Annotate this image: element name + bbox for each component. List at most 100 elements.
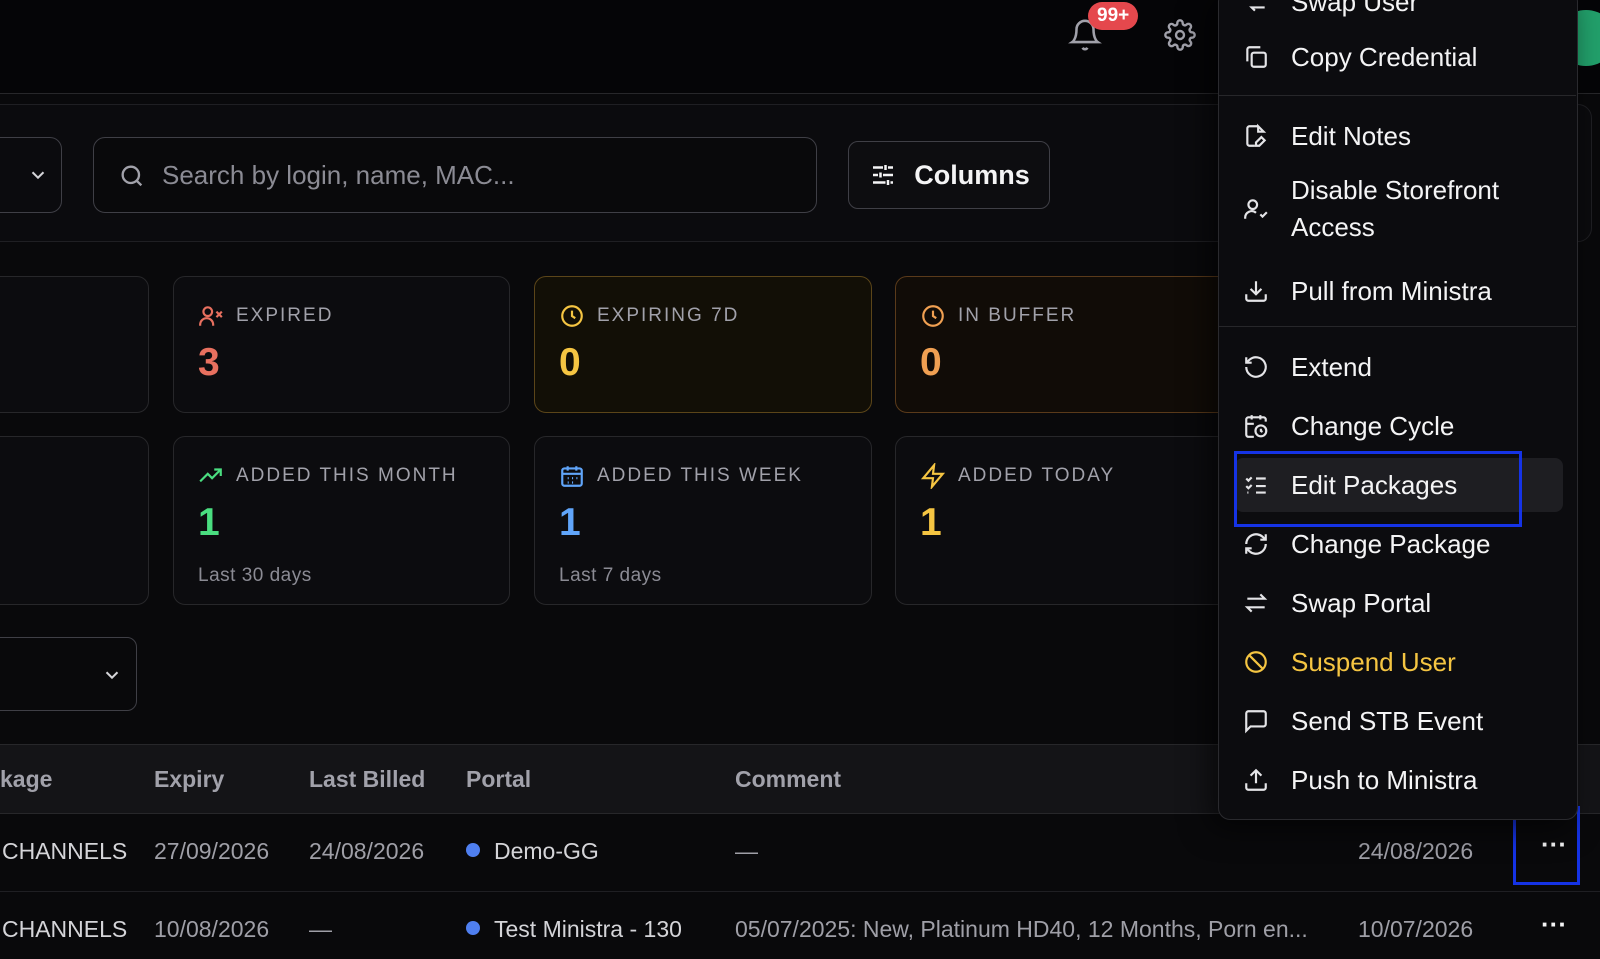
cell-last-billed: 24/08/2026 bbox=[309, 838, 425, 864]
stat-label: ADDED TODAY bbox=[958, 465, 1116, 486]
menu-item-send-stb-event[interactable]: Send STB Event bbox=[1235, 694, 1563, 748]
cell-expiry: 10/08/2026 bbox=[154, 916, 270, 942]
stat-card-added-month[interactable]: ADDED THIS MONTH 1 Last 30 days bbox=[173, 436, 510, 605]
table-row[interactable]: CHANNELS 27/09/2026 24/08/2026 Demo-GG —… bbox=[0, 814, 1600, 892]
columns-button[interactable]: Columns bbox=[848, 141, 1050, 209]
menu-item-change-cycle[interactable]: Change Cycle bbox=[1235, 399, 1563, 453]
menu-item-pull-ministra[interactable]: Pull from Ministra bbox=[1235, 264, 1563, 318]
user-check-icon bbox=[1244, 199, 1268, 219]
menu-item-label: Swap User bbox=[1291, 0, 1419, 17]
trending-up-icon bbox=[199, 468, 222, 483]
stat-label: ADDED THIS WEEK bbox=[597, 465, 803, 486]
menu-item-label: Pull from Ministra bbox=[1291, 275, 1492, 306]
stat-value: 1 bbox=[920, 501, 942, 544]
cell-package: CHANNELS bbox=[2, 916, 128, 942]
column-header-portal[interactable]: Portal bbox=[466, 766, 531, 793]
search-icon bbox=[121, 165, 143, 187]
file-edit-icon bbox=[1246, 123, 1267, 147]
cell-portal: Test Ministra - 130 bbox=[466, 916, 682, 943]
search-box[interactable] bbox=[93, 137, 817, 213]
user-x-icon bbox=[199, 306, 223, 326]
cell-package: CHANNELS bbox=[2, 838, 128, 864]
more-actions-button[interactable]: ··· bbox=[1534, 908, 1574, 948]
upload-icon bbox=[1245, 768, 1267, 791]
menu-item-swap-portal[interactable]: Swap Portal bbox=[1235, 576, 1563, 630]
chevron-down-icon bbox=[105, 671, 119, 680]
table-row[interactable]: CHANNELS 10/08/2026 — Test Ministra - 13… bbox=[0, 892, 1600, 959]
column-header-last-billed[interactable]: Last Billed bbox=[309, 766, 425, 793]
portal-name: Test Ministra - 130 bbox=[494, 916, 682, 942]
column-header-comment[interactable]: Comment bbox=[735, 766, 841, 793]
stat-sub: Last 7 days bbox=[559, 565, 662, 586]
menu-divider bbox=[1219, 326, 1576, 327]
status-select[interactable] bbox=[0, 137, 62, 213]
stat-value: 1 bbox=[198, 501, 220, 544]
cell-created: 24/08/2026 bbox=[1358, 838, 1474, 864]
ban-icon bbox=[1245, 651, 1267, 673]
portal-name: Demo-GG bbox=[494, 838, 599, 864]
stat-label: EXPIRED bbox=[236, 305, 334, 326]
menu-item-edit-notes[interactable]: Edit Notes bbox=[1235, 109, 1563, 163]
menu-item-label: Suspend User bbox=[1291, 646, 1456, 677]
stat-card-added-today[interactable]: ADDED TODAY 1 bbox=[895, 436, 1235, 605]
cell-last-billed: — bbox=[309, 916, 332, 942]
menu-item-label: Swap Portal bbox=[1291, 587, 1432, 618]
menu-item-disable-storefront[interactable]: Disable Storefront Access bbox=[1235, 167, 1563, 251]
stat-card-partial bbox=[0, 276, 149, 413]
stat-card-expiring[interactable]: EXPIRING 7D 0 bbox=[534, 276, 872, 413]
menu-item-label: Extend bbox=[1291, 351, 1372, 382]
notification-badge: 99+ bbox=[1088, 2, 1139, 30]
menu-item-push-ministra[interactable]: Push to Ministra bbox=[1235, 753, 1563, 807]
portal-status-dot bbox=[466, 843, 480, 857]
menu-item-label: Change Package bbox=[1291, 528, 1491, 559]
menu-item-extend[interactable]: Extend bbox=[1235, 340, 1563, 394]
stat-card-partial bbox=[0, 436, 149, 605]
message-square-icon bbox=[1245, 710, 1267, 734]
cell-comment: — bbox=[735, 838, 758, 864]
stat-card-expired[interactable]: EXPIRED 3 bbox=[173, 276, 510, 413]
menu-item-swap-user[interactable]: Swap User bbox=[1235, 0, 1563, 29]
stat-label: IN BUFFER bbox=[958, 305, 1077, 326]
cell-portal: Demo-GG bbox=[466, 838, 599, 865]
stat-value: 0 bbox=[920, 341, 942, 384]
cell-comment: 05/07/2025: New, Platinum HD40, 12 Month… bbox=[735, 916, 1308, 942]
row-actions-menu: Swap User Copy Credential Edit Notes Dis… bbox=[1218, 0, 1578, 820]
filter-select[interactable] bbox=[0, 637, 137, 711]
menu-item-label: Send STB Event bbox=[1291, 705, 1484, 736]
menu-item-label: Disable Storefront Access bbox=[1291, 175, 1500, 242]
cell-expiry: 27/09/2026 bbox=[154, 838, 270, 864]
sliders-icon bbox=[873, 165, 894, 185]
calendar-clock-icon bbox=[1245, 415, 1268, 438]
column-header-expiry[interactable]: Expiry bbox=[154, 766, 224, 793]
stat-card-added-week[interactable]: ADDED THIS WEEK 1 Last 7 days bbox=[534, 436, 872, 605]
chevron-down-icon bbox=[31, 171, 45, 180]
user-swap-icon bbox=[1249, 6, 1265, 12]
menu-item-copy-credential[interactable]: Copy Credential bbox=[1235, 30, 1563, 84]
stat-value: 1 bbox=[559, 501, 581, 544]
stat-label: EXPIRING 7D bbox=[597, 305, 740, 326]
edit-packages-highlight bbox=[1234, 451, 1522, 527]
stat-card-in-buffer[interactable]: IN BUFFER 0 bbox=[895, 276, 1235, 413]
menu-item-suspend-user[interactable]: Suspend User bbox=[1235, 635, 1563, 689]
zap-icon bbox=[920, 463, 946, 489]
gear-icon[interactable] bbox=[1164, 19, 1196, 51]
rotate-ccw-icon bbox=[1245, 356, 1267, 378]
stat-value: 0 bbox=[559, 341, 581, 384]
menu-item-label: Push to Ministra bbox=[1291, 764, 1478, 795]
calendar-icon bbox=[561, 466, 583, 487]
arrows-swap-icon bbox=[1244, 593, 1268, 613]
more-actions-button[interactable]: ··· bbox=[1534, 828, 1574, 868]
stat-value: 3 bbox=[198, 341, 220, 384]
clock-icon bbox=[922, 305, 944, 327]
stat-sub: Last 30 days bbox=[198, 565, 312, 586]
columns-label: Columns bbox=[914, 159, 1030, 190]
column-header-package[interactable]: kage bbox=[0, 766, 52, 793]
clock-icon bbox=[561, 305, 583, 327]
stat-label: ADDED THIS MONTH bbox=[236, 465, 458, 486]
menu-item-label: Change Cycle bbox=[1291, 410, 1455, 441]
menu-divider bbox=[1219, 95, 1576, 96]
refresh-icon bbox=[1245, 533, 1267, 555]
menu-item-label: Edit Notes bbox=[1291, 120, 1411, 151]
search-input[interactable] bbox=[162, 152, 782, 198]
portal-status-dot bbox=[466, 921, 480, 935]
